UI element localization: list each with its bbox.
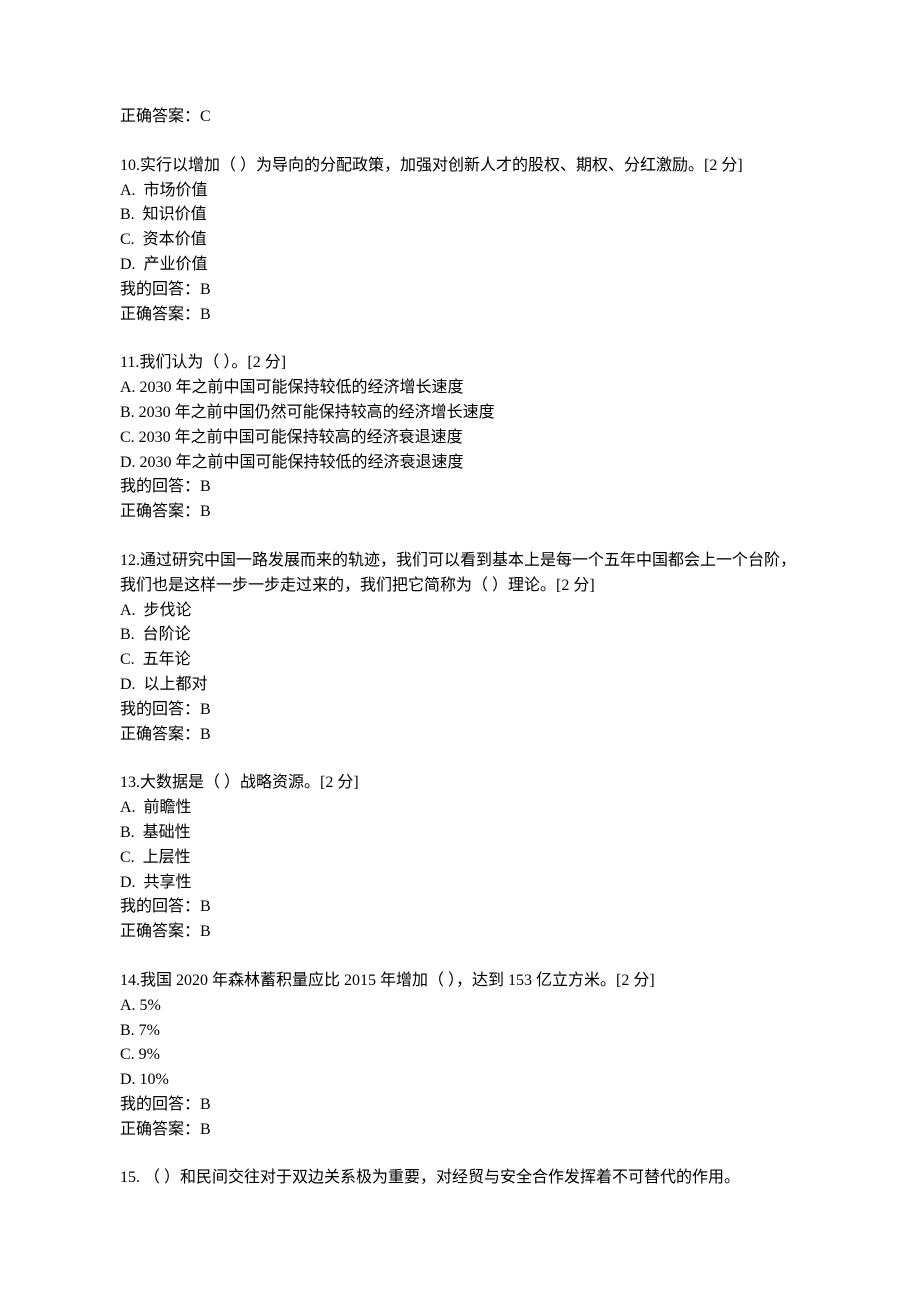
option-b: B. 7% (120, 1019, 800, 1044)
question-stem: 10.实行以增加（ ）为导向的分配政策，加强对创新人才的股权、期权、分红激励。[… (120, 154, 800, 179)
question-stem: 14.我国 2020 年森林蓄积量应比 2015 年增加（ ），达到 153 亿… (120, 969, 800, 994)
question-points: [2 分] (704, 157, 743, 174)
question-points: [2 分] (320, 774, 359, 791)
option-a: A. 市场价值 (120, 179, 800, 204)
my-answer: 我的回答：B (120, 1093, 800, 1118)
option-c: C. 2030 年之前中国可能保持较高的经济衰退速度 (120, 426, 800, 451)
correct-answer: 正确答案：B (120, 303, 800, 328)
option-b: B. 基础性 (120, 821, 800, 846)
stem-text: （ ）和民间交往对于双边关系极为重要，对经贸与安全合作发挥着不可替代的作用。 (144, 1169, 740, 1186)
question-stem: 12.通过研究中国一路发展而来的轨迹，我们可以看到基本上是每一个五年中国都会上一… (120, 549, 800, 599)
option-d: D. 共享性 (120, 871, 800, 896)
question-stem: 15. （ ）和民间交往对于双边关系极为重要，对经贸与安全合作发挥着不可替代的作… (120, 1166, 800, 1191)
question-number: 13. (120, 774, 140, 791)
stem-text: 实行以增加（ ）为导向的分配政策，加强对创新人才的股权、期权、分红激励。 (140, 157, 704, 174)
option-b: B. 2030 年之前中国仍然可能保持较高的经济增长速度 (120, 401, 800, 426)
stem-text: 我国 2020 年森林蓄积量应比 2015 年增加（ ），达到 153 亿立方米… (140, 972, 616, 989)
correct-answer: 正确答案：B (120, 500, 800, 525)
my-answer: 我的回答：B (120, 698, 800, 723)
question-number: 10. (120, 157, 140, 174)
question-number: 15. (120, 1169, 144, 1186)
option-b: B. 台阶论 (120, 623, 800, 648)
option-d: D. 以上都对 (120, 673, 800, 698)
question-number: 11. (120, 354, 139, 371)
option-a: A. 前瞻性 (120, 796, 800, 821)
question-points: [2 分] (247, 354, 286, 371)
option-c: C. 五年论 (120, 648, 800, 673)
spacer (120, 747, 800, 771)
spacer (120, 525, 800, 549)
option-a: A. 5% (120, 994, 800, 1019)
question-number: 14. (120, 972, 140, 989)
spacer (120, 327, 800, 351)
option-c: C. 9% (120, 1043, 800, 1068)
stem-text: 通过研究中国一路发展而来的轨迹，我们可以看到基本上是每一个五年中国都会上一个台阶… (120, 552, 796, 594)
option-c: C. 资本价值 (120, 228, 800, 253)
option-b: B. 知识价值 (120, 203, 800, 228)
question-number: 12. (120, 552, 140, 569)
spacer (120, 1142, 800, 1166)
option-c: C. 上层性 (120, 846, 800, 871)
my-answer: 我的回答：B (120, 895, 800, 920)
correct-answer: 正确答案：B (120, 1118, 800, 1143)
stem-text: 大数据是（ ）战略资源。 (140, 774, 320, 791)
question-stem: 11.我们认为（ ）。[2 分] (120, 351, 800, 376)
correct-answer: 正确答案：B (120, 723, 800, 748)
question-stem: 13.大数据是（ ）战略资源。[2 分] (120, 771, 800, 796)
question-points: [2 分] (556, 577, 595, 594)
my-answer: 我的回答：B (120, 475, 800, 500)
question-points: [2 分] (616, 972, 655, 989)
option-d: D. 10% (120, 1068, 800, 1093)
spacer (120, 130, 800, 154)
spacer (120, 945, 800, 969)
option-d: D. 产业价值 (120, 253, 800, 278)
my-answer: 我的回答：B (120, 278, 800, 303)
document-page: 正确答案：C 10.实行以增加（ ）为导向的分配政策，加强对创新人才的股权、期权… (0, 0, 920, 1302)
option-a: A. 2030 年之前中国可能保持较低的经济增长速度 (120, 376, 800, 401)
stem-text: 我们认为（ ）。 (139, 354, 247, 371)
correct-answer-header: 正确答案：C (120, 105, 800, 130)
option-d: D. 2030 年之前中国可能保持较低的经济衰退速度 (120, 451, 800, 476)
option-a: A. 步伐论 (120, 599, 800, 624)
correct-answer: 正确答案：B (120, 920, 800, 945)
